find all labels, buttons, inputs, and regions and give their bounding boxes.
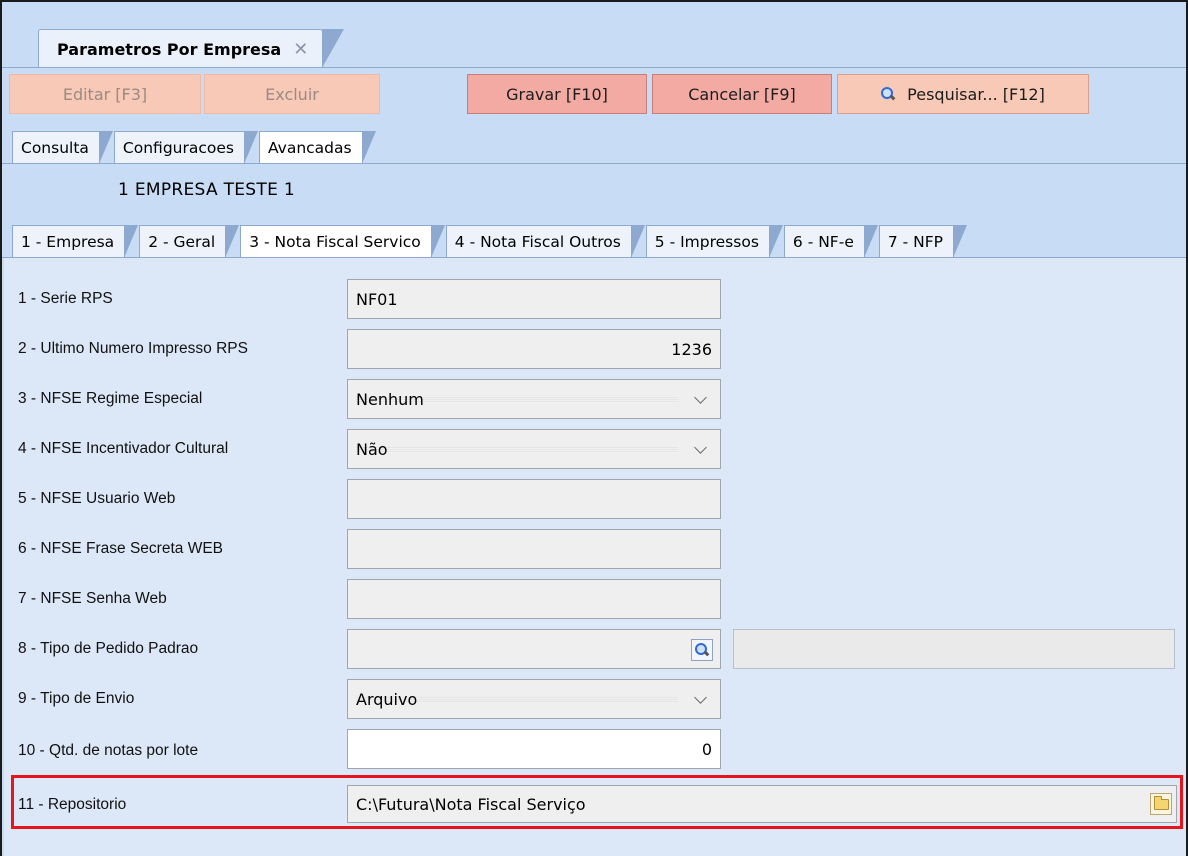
repositorio-value: C:\Futura\Nota Fiscal Serviço [356, 794, 586, 814]
main-window: Parametros Por Empresa ✕ Editar [F3] Exc… [0, 0, 1188, 856]
qtd-notas-field[interactable]: 0 [347, 729, 721, 769]
tab-nota-fiscal-outros[interactable]: 4 - Nota Fiscal Outros [445, 225, 645, 258]
usuario-web-field[interactable] [347, 479, 721, 519]
qtd-notas-label: 10 - Qtd. de notas por lote [18, 742, 199, 759]
tab-nf-e[interactable]: 6 - NF-e [783, 225, 878, 258]
main-tabs: Consulta Configuracoes Avancadas [12, 131, 377, 164]
delete-button[interactable]: Excluir [204, 74, 380, 114]
serie-rps-field[interactable]: NF01 [347, 279, 721, 319]
cancel-button[interactable]: Cancelar [F9] [652, 74, 832, 114]
frase-secreta-label: 6 - NFSE Frase Secreta WEB [18, 540, 223, 557]
tipo-envio-value: Arquivo [356, 689, 418, 709]
tipo-envio-select[interactable]: Arquivo [347, 679, 721, 719]
magnifier-icon [695, 643, 709, 657]
tipo-pedido-description [733, 629, 1175, 669]
folder-button[interactable] [1150, 793, 1172, 815]
serie-rps-label: 1 - Serie RPS [18, 290, 113, 307]
incentivador-value: Não [356, 439, 388, 459]
regime-especial-label: 3 - NFSE Regime Especial [18, 390, 203, 407]
tab-empresa[interactable]: 1 - Empresa [12, 225, 139, 258]
tab-consulta[interactable]: Consulta [12, 131, 113, 164]
folder-icon [1153, 795, 1169, 810]
tab-nota-fiscal-servico[interactable]: 3 - Nota Fiscal Servico [240, 225, 445, 258]
tab-configuracoes[interactable]: Configuracoes [113, 131, 259, 164]
tab-impressos[interactable]: 5 - Impressos [645, 225, 784, 258]
window-title: Parametros Por Empresa [57, 39, 282, 59]
company-name: 1 EMPRESA TESTE 1 [118, 180, 295, 200]
ultimo-numero-field[interactable]: 1236 [347, 329, 721, 369]
regime-especial-value: Nenhum [356, 389, 424, 409]
tab-geral[interactable]: 2 - Geral [139, 225, 240, 258]
incentivador-label: 4 - NFSE Incentivador Cultural [18, 440, 229, 457]
usuario-web-label: 5 - NFSE Usuario Web [18, 490, 176, 507]
window-tab[interactable]: Parametros Por Empresa ✕ [38, 29, 345, 68]
main-tabs-divider [2, 163, 1186, 164]
edit-button[interactable]: Editar [F3] [9, 74, 201, 114]
lookup-button[interactable] [691, 639, 713, 661]
magnifier-icon [881, 87, 895, 101]
senha-web-field[interactable] [347, 579, 721, 619]
frase-secreta-field[interactable] [347, 529, 721, 569]
incentivador-select[interactable]: Não [347, 429, 721, 469]
repositorio-label: 11 - Repositorio [18, 796, 127, 813]
chevron-down-icon[interactable] [694, 392, 708, 406]
tipo-pedido-label: 8 - Tipo de Pedido Padrao [18, 640, 199, 657]
tipo-pedido-field[interactable] [347, 629, 721, 669]
search-button-label: Pesquisar... [F12] [907, 84, 1045, 104]
tab-avancadas[interactable]: Avancadas [258, 131, 376, 164]
tab-nfp[interactable]: 7 - NFP [878, 225, 968, 258]
repositorio-field[interactable]: C:\Futura\Nota Fiscal Serviço [347, 785, 1177, 823]
ultimo-numero-label: 2 - Ultimo Numero Impresso RPS [18, 340, 248, 357]
senha-web-label: 7 - NFSE Senha Web [18, 590, 167, 607]
tab-strip-divider [2, 67, 1186, 68]
chevron-down-icon[interactable] [694, 692, 708, 706]
regime-especial-select[interactable]: Nenhum [347, 379, 721, 419]
close-icon[interactable]: ✕ [293, 39, 308, 60]
search-button[interactable]: Pesquisar... [F12] [837, 74, 1089, 114]
save-button[interactable]: Gravar [F10] [467, 74, 647, 114]
tipo-envio-label: 9 - Tipo de Envio [18, 690, 135, 707]
chevron-down-icon[interactable] [694, 442, 708, 456]
sub-tabs: 1 - Empresa 2 - Geral 3 - Nota Fiscal Se… [12, 225, 968, 258]
